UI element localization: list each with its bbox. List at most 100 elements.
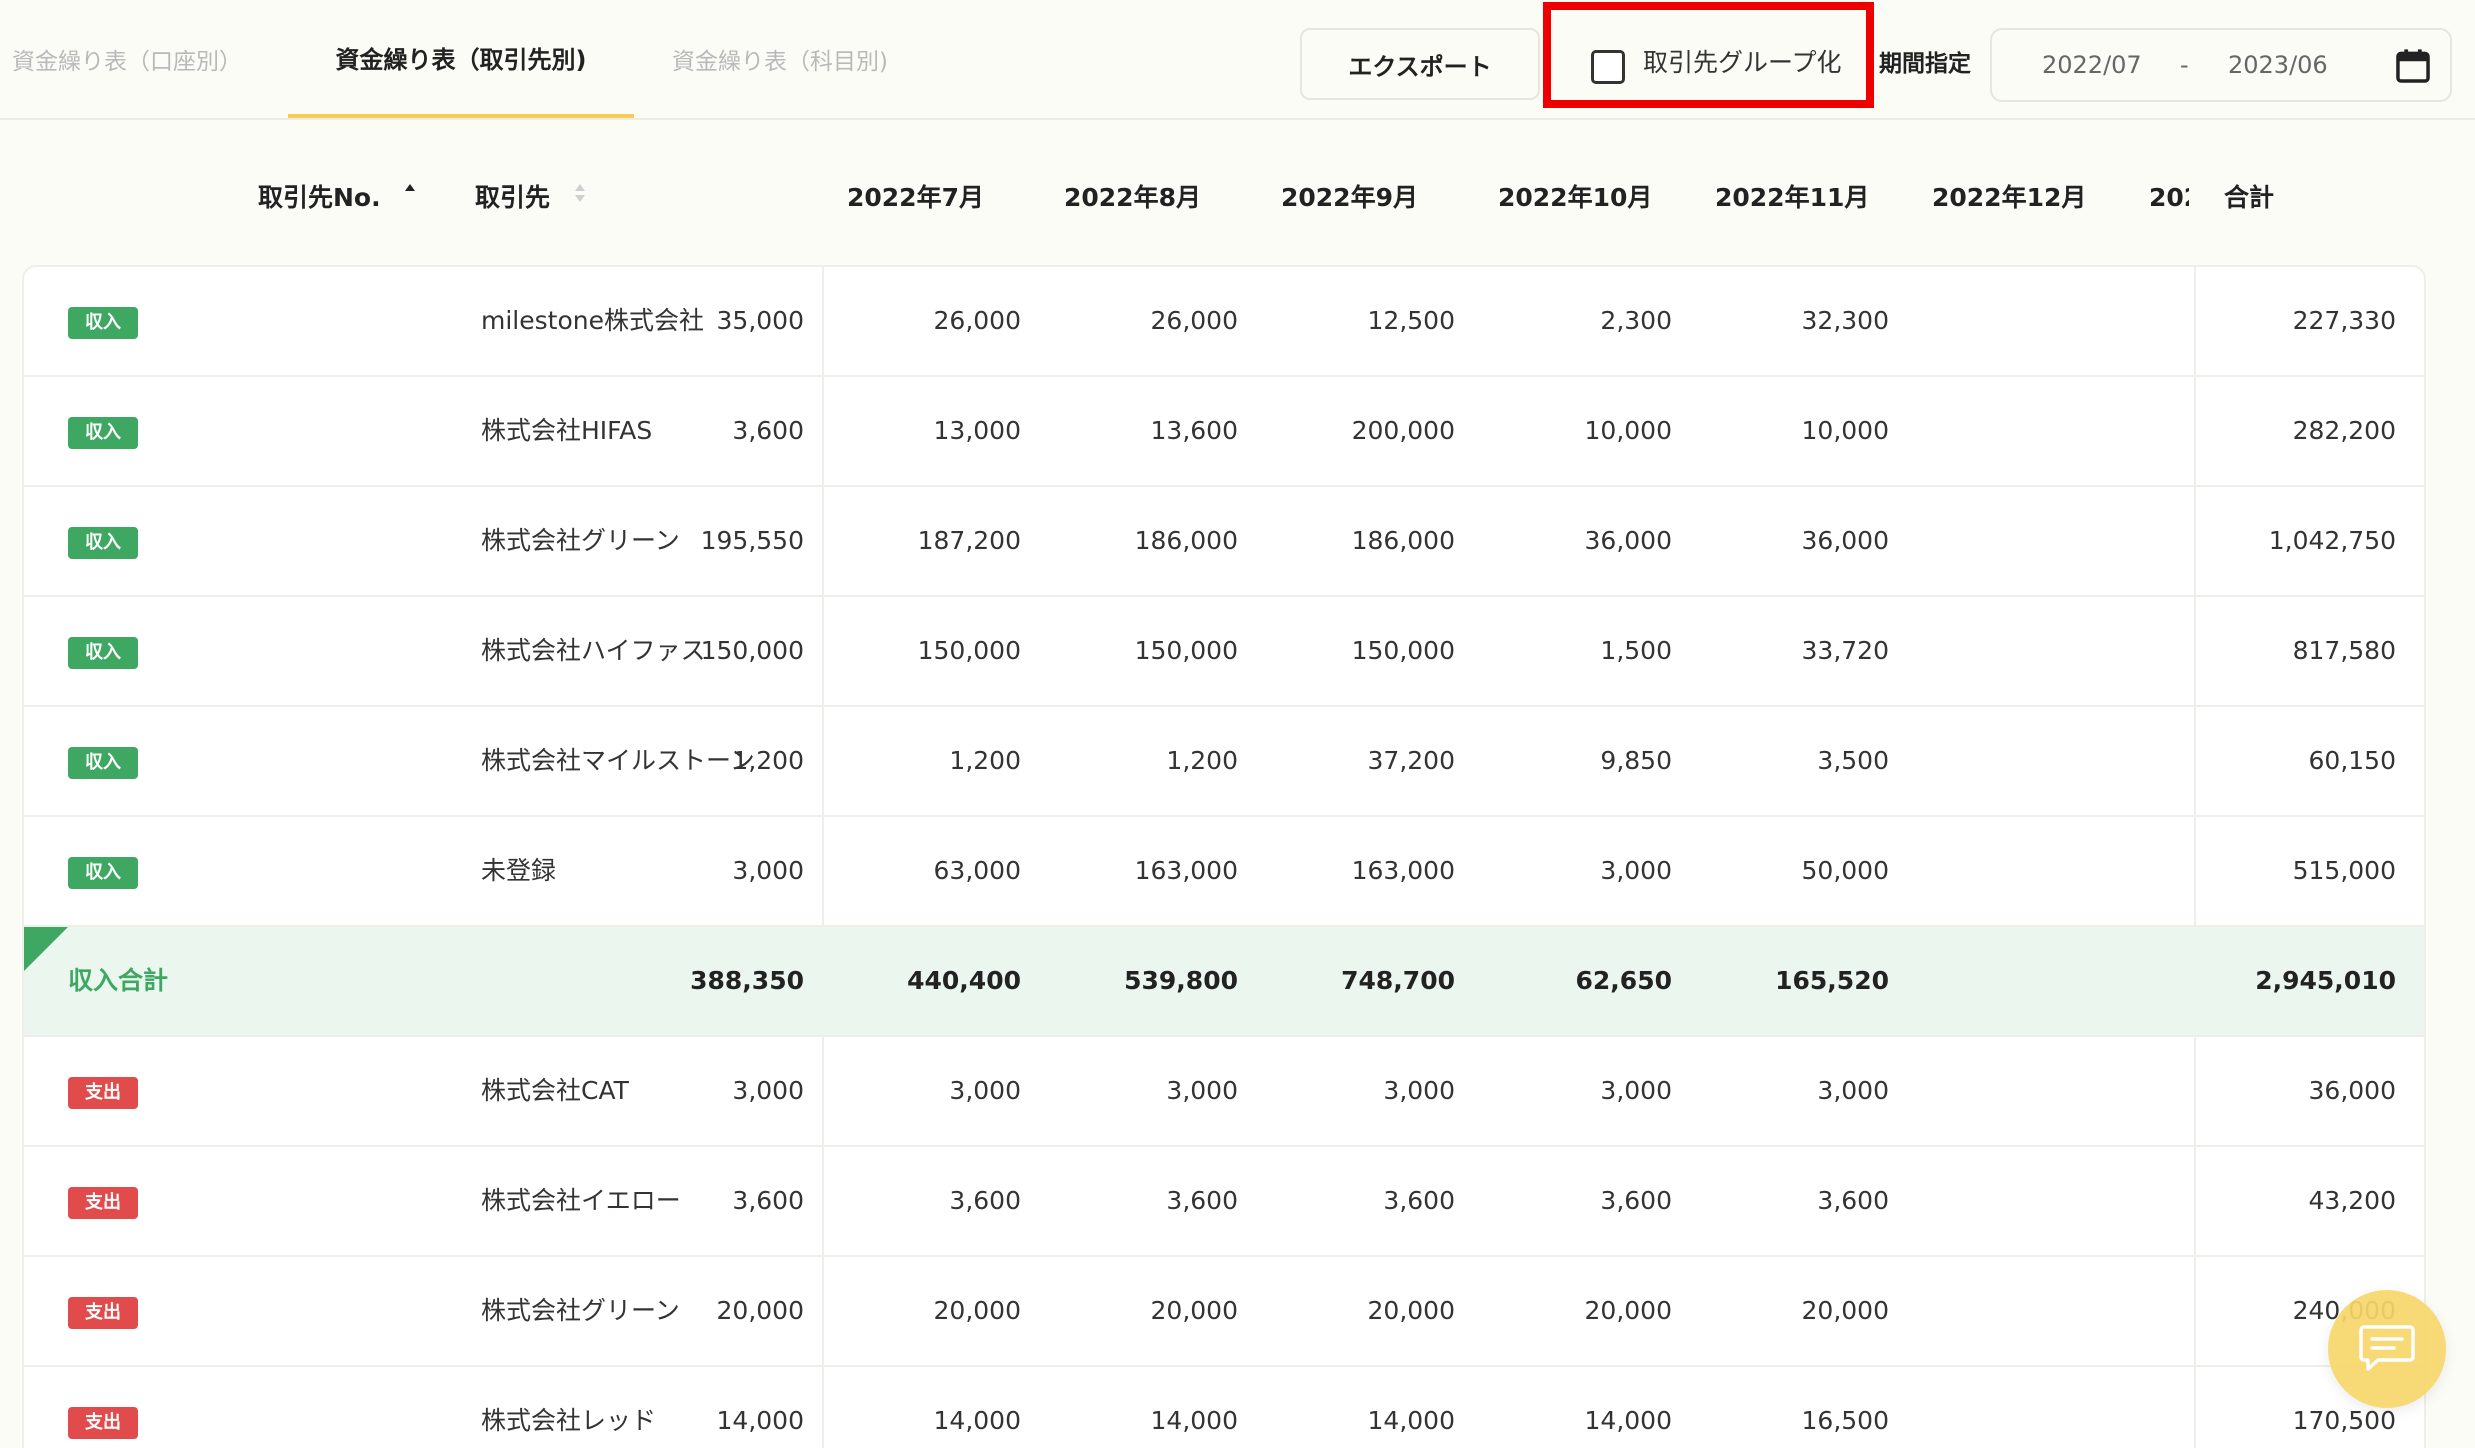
month-amount-cell: 20,000 bbox=[1150, 1296, 1238, 1325]
column-header-partner-no[interactable]: 取引先No. bbox=[258, 120, 417, 265]
month-amount-cell: 14,000 bbox=[1584, 1406, 1672, 1435]
month-amount-cell: 62,650 bbox=[1575, 966, 1672, 995]
month-amount-cell: 20,000 bbox=[716, 1296, 804, 1325]
month-amount-cell: 36,000 bbox=[1584, 526, 1672, 555]
month-amount-cell: 165,520 bbox=[1775, 966, 1889, 995]
month-amount-cell: 33,720 bbox=[1801, 636, 1889, 665]
table-row: 収入 株式会社HIFAS 3,600 13,000 13,600 200,000 10,00… bbox=[24, 377, 2424, 487]
month-amount-cell: 3,000 bbox=[1600, 856, 1672, 885]
column-header-month: 2022年11月 bbox=[1715, 183, 1870, 212]
month-amount-cell: 3,000 bbox=[1166, 1076, 1238, 1105]
tab-by-subject[interactable]: 資金繰り表（科目別) bbox=[655, 0, 905, 118]
tab-by-account[interactable]: 資金繰り表（口座別） bbox=[0, 0, 254, 118]
partner-group-checkbox[interactable] bbox=[1591, 50, 1625, 84]
column-header-partner-no-label[interactable]: 取引先No. bbox=[258, 183, 381, 212]
table-row: 支出 株式会社イエロー 3,600 3,600 3,600 3,600 3,600 3,600… bbox=[24, 1147, 2424, 1257]
income-badge: 収入 bbox=[68, 417, 138, 449]
month-amount-cell: 14,000 bbox=[716, 1406, 804, 1435]
month-amount-cell: 195,550 bbox=[700, 526, 804, 555]
expense-badge: 支出 bbox=[68, 1077, 138, 1109]
sort-asc-icon[interactable] bbox=[403, 181, 417, 205]
month-amount-cell: 14,000 bbox=[1367, 1406, 1455, 1435]
month-amount-cell: 388,350 bbox=[690, 966, 804, 995]
month-amount-cell: 12,500 bbox=[1367, 306, 1455, 335]
month-amount-cell: 1,200 bbox=[1166, 746, 1238, 775]
table-rows: 収入 milestone株式会社 35,000 26,000 26,000 12,500 2… bbox=[24, 267, 2424, 1448]
month-amount-cell: 13,000 bbox=[933, 416, 1021, 445]
column-header-partner-label[interactable]: 取引先 bbox=[475, 183, 550, 212]
income-total-row: 収入合計 388,350 440,400 539,800 748,700 62,650 16… bbox=[24, 927, 2424, 1037]
month-amount-cell: 150,000 bbox=[1351, 636, 1455, 665]
month-amount-cell: 1,500 bbox=[1600, 636, 1672, 665]
month-amount-cell: 3,500 bbox=[1817, 746, 1889, 775]
export-button[interactable]: エクスポート bbox=[1300, 28, 1540, 100]
column-header-partner[interactable]: 取引先 bbox=[475, 120, 587, 265]
month-amount-cell: 20,000 bbox=[1367, 1296, 1455, 1325]
total-row-flag bbox=[24, 927, 68, 971]
month-amount-cell: 50,000 bbox=[1801, 856, 1889, 885]
month-amount-cell: 32,300 bbox=[1801, 306, 1889, 335]
column-header-month: 2022年7月 bbox=[847, 183, 984, 212]
month-amount-cell: 440,400 bbox=[907, 966, 1021, 995]
sort-icon[interactable] bbox=[573, 181, 587, 205]
month-amount-cell: 3,600 bbox=[732, 416, 804, 445]
month-amount-cell: 187,200 bbox=[917, 526, 1021, 555]
month-amount-cell: 2,300 bbox=[1600, 306, 1672, 335]
table-row: 収入 株式会社ハイファス 150,000 150,000 150,000 150,000 1… bbox=[24, 597, 2424, 707]
column-header-month: 2022年12月 bbox=[1932, 183, 2087, 212]
row-total-cell: 1,042,750 bbox=[2268, 526, 2396, 555]
month-amount-cell: 63,000 bbox=[933, 856, 1021, 885]
column-header-total: 合計 bbox=[2224, 183, 2275, 212]
row-total-cell: 227,330 bbox=[2292, 306, 2396, 335]
month-amount-cell: 1,200 bbox=[732, 746, 804, 775]
expense-badge: 支出 bbox=[68, 1407, 138, 1439]
partner-name: 株式会社HIFAS bbox=[481, 416, 653, 445]
period-range-picker[interactable]: 2022/07 - 2023/06 bbox=[1990, 28, 2452, 102]
month-amount-cell: 9,850 bbox=[1600, 746, 1672, 775]
month-amount-cell: 26,000 bbox=[1150, 306, 1238, 335]
table-header: 取引先No. 取引先 2022年7月 2022年8月 2022年9月 2022年… bbox=[0, 120, 2475, 265]
partner-name: 株式会社レッド bbox=[481, 1406, 657, 1435]
period-start-value[interactable]: 2022/07 bbox=[2042, 30, 2142, 100]
month-amount-cell: 3,000 bbox=[1600, 1076, 1672, 1105]
chat-icon bbox=[2359, 1325, 2415, 1371]
month-amount-cell: 37,200 bbox=[1367, 746, 1455, 775]
header-bar: 資金繰り表（口座別） 資金繰り表（取引先別) 資金繰り表（科目別) エクスポート… bbox=[0, 0, 2475, 120]
table-row: 支出 株式会社グリーン 20,000 20,000 20,000 20,000 20,000… bbox=[24, 1257, 2424, 1367]
tab-by-partner[interactable]: 資金繰り表（取引先別) bbox=[288, 0, 634, 118]
month-amount-cell: 3,600 bbox=[1600, 1186, 1672, 1215]
period-end-value[interactable]: 2023/06 bbox=[2228, 30, 2328, 100]
calendar-icon[interactable] bbox=[2394, 46, 2432, 86]
row-total-cell: 817,580 bbox=[2292, 636, 2396, 665]
column-header-month: 2022年10月 bbox=[1498, 183, 1653, 212]
income-badge: 収入 bbox=[68, 307, 138, 339]
month-amount-cell: 163,000 bbox=[1351, 856, 1455, 885]
month-amount-cell: 150,000 bbox=[917, 636, 1021, 665]
column-header-month: 2022年8月 bbox=[1064, 183, 1201, 212]
table-row: 収入 株式会社グリーン 195,550 187,200 186,000 186,000 36… bbox=[24, 487, 2424, 597]
month-amount-cell: 3,000 bbox=[949, 1076, 1021, 1105]
chat-button[interactable] bbox=[2328, 1290, 2446, 1408]
column-header-month: 2022年9月 bbox=[1281, 183, 1418, 212]
month-amount-cell: 10,000 bbox=[1801, 416, 1889, 445]
partner-group-label[interactable]: 取引先グループ化 bbox=[1643, 10, 1842, 116]
income-total-label: 収入合計 bbox=[68, 966, 169, 995]
partner-group-toggle[interactable]: 取引先グループ化 bbox=[1543, 2, 1874, 108]
column-header-month-partial: 202： bbox=[2149, 183, 2189, 212]
month-amount-cell: 748,700 bbox=[1341, 966, 1455, 995]
partner-name: 未登録 bbox=[481, 856, 557, 885]
row-total-cell: 60,150 bbox=[2308, 746, 2396, 775]
row-total-cell: 515,000 bbox=[2292, 856, 2396, 885]
month-amount-cell: 1,200 bbox=[949, 746, 1021, 775]
month-amount-cell: 3,600 bbox=[1383, 1186, 1455, 1215]
month-amount-cell: 150,000 bbox=[1134, 636, 1238, 665]
partner-name: 株式会社CAT bbox=[481, 1076, 629, 1105]
month-amount-cell: 200,000 bbox=[1351, 416, 1455, 445]
month-amount-cell: 3,600 bbox=[732, 1186, 804, 1215]
month-amount-cell: 3,600 bbox=[1166, 1186, 1238, 1215]
month-amount-cell: 16,500 bbox=[1801, 1406, 1889, 1435]
row-total-cell: 2,945,010 bbox=[2255, 966, 2396, 995]
row-total-cell: 282,200 bbox=[2292, 416, 2396, 445]
period-separator: - bbox=[2180, 51, 2189, 79]
month-amount-cell: 186,000 bbox=[1351, 526, 1455, 555]
